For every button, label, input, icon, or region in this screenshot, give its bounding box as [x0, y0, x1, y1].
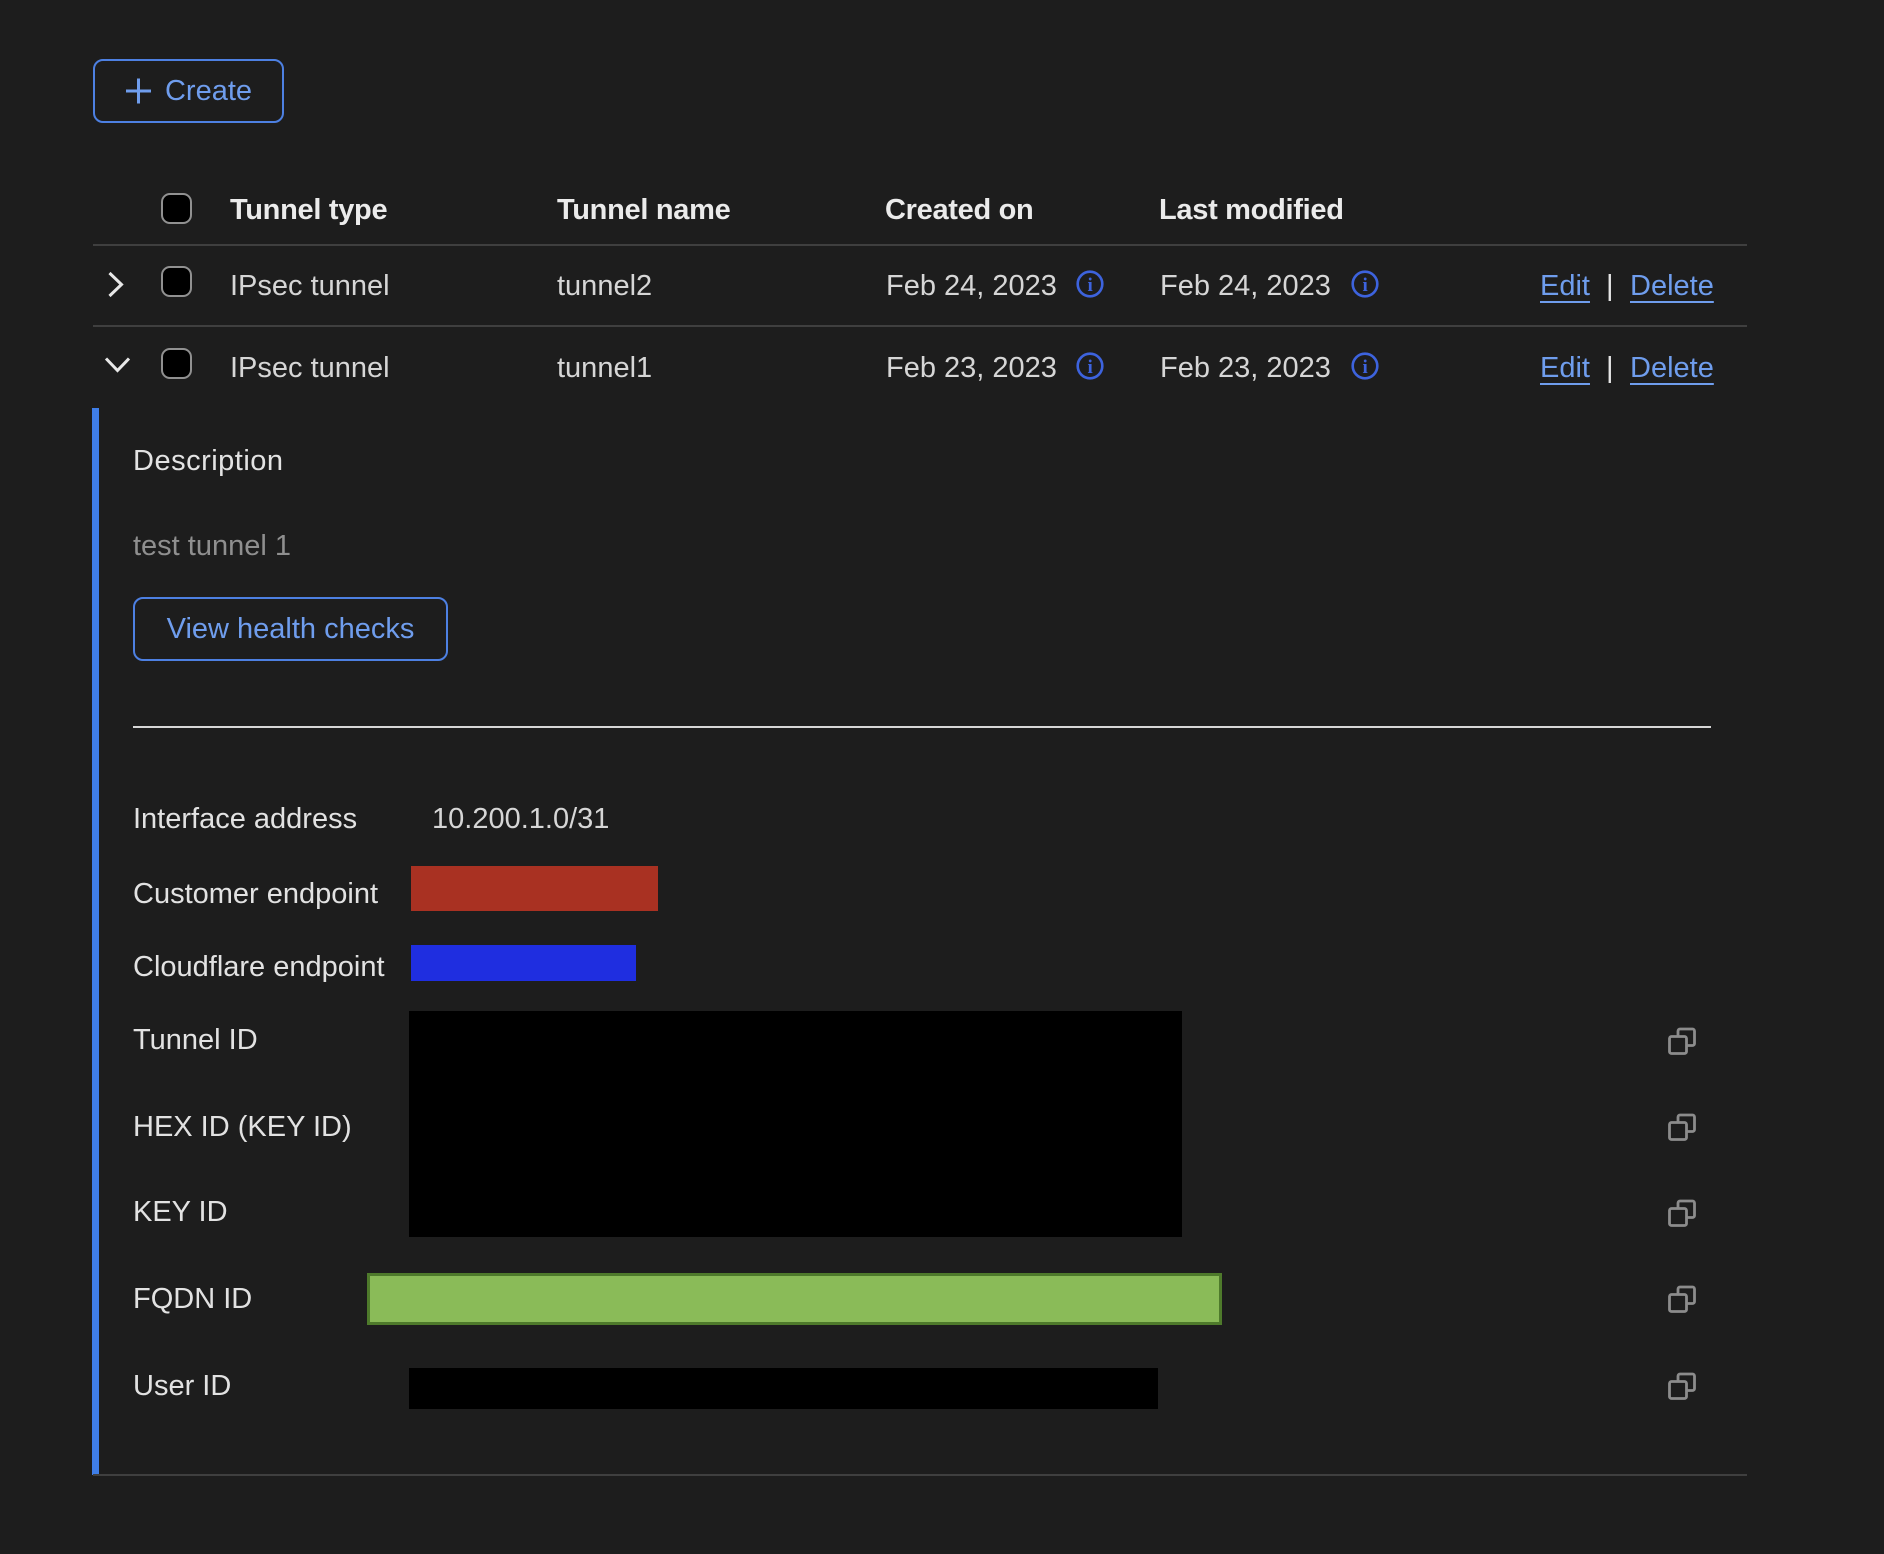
svg-text:i: i — [1363, 357, 1368, 378]
svg-text:i: i — [1088, 357, 1093, 378]
svg-text:i: i — [1363, 275, 1368, 296]
svg-text:i: i — [1088, 275, 1093, 296]
